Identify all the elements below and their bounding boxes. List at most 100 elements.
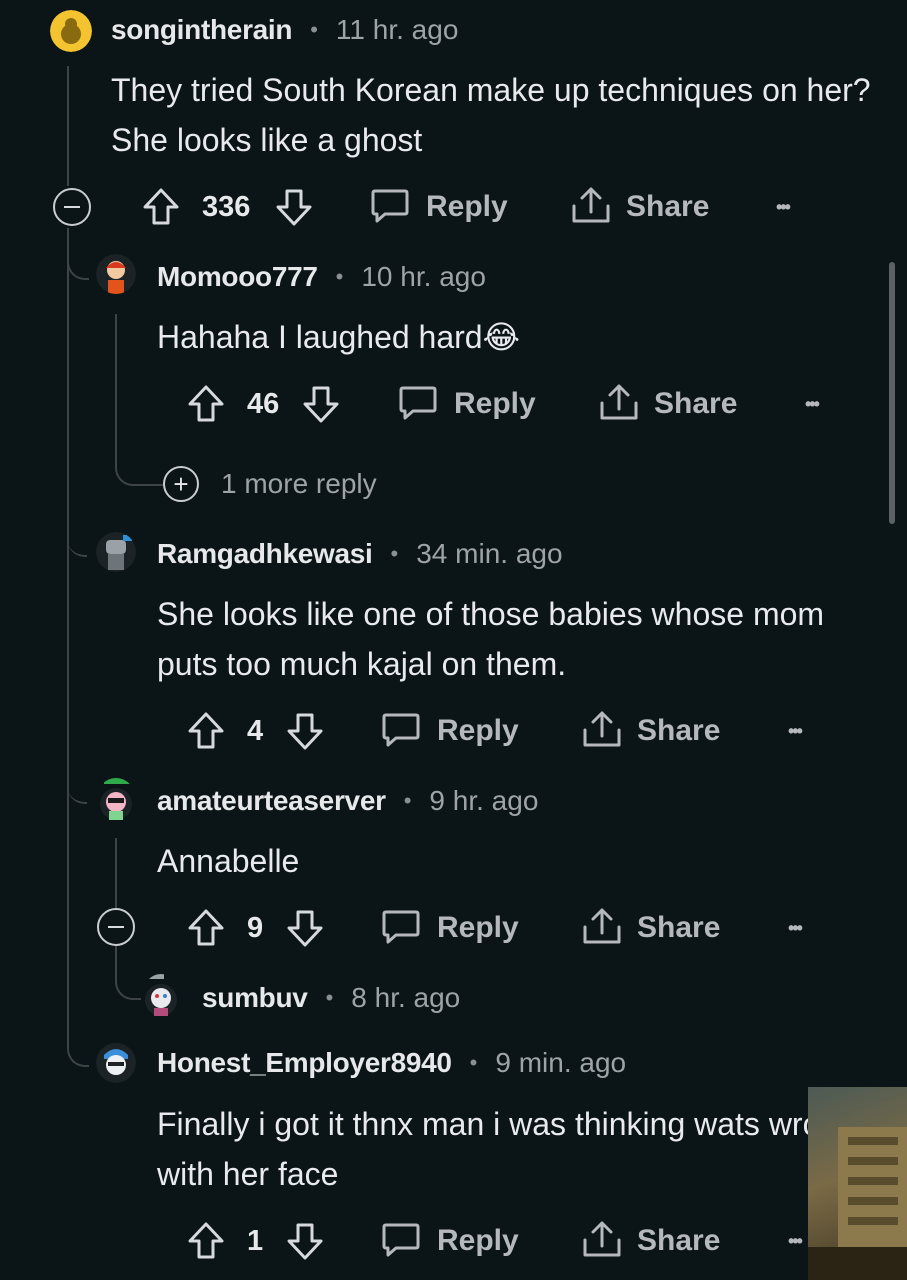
username[interactable]: Honest_Employer8940 <box>157 1047 452 1079</box>
comment-meta: Momooo777 • 10 hr. ago <box>157 257 486 297</box>
vote-count: 46 <box>247 387 280 420</box>
meta-separator: • <box>469 1050 478 1075</box>
reply-button[interactable]: Reply <box>398 381 536 427</box>
more-options-icon[interactable]: ••• <box>788 708 803 754</box>
reply-button[interactable]: Reply <box>370 184 508 230</box>
comment-meta: sumbuv • 8 hr. ago <box>202 978 460 1018</box>
timestamp: 10 hr. ago <box>361 261 486 292</box>
reply-label: Reply <box>437 714 519 747</box>
thread-line-amateur <box>115 838 117 908</box>
upvote-icon[interactable] <box>187 905 225 951</box>
reply-label: Reply <box>426 190 508 223</box>
comment-meta: songintherain • 11 hr. ago <box>111 10 458 50</box>
upvote-icon[interactable] <box>187 708 225 754</box>
more-replies-button[interactable]: + 1 more reply <box>163 464 377 504</box>
comment-body: She looks like one of those babies whose… <box>157 596 825 682</box>
comment-body: Hahaha I laughed hard😂 <box>157 319 520 355</box>
thread-curve-sumbuv <box>115 946 141 1000</box>
comment-body: Annabelle <box>157 843 300 879</box>
vote-count: 9 <box>247 911 264 944</box>
reply-icon <box>381 1219 421 1264</box>
avatar-ramgadhkewasi[interactable] <box>96 532 136 572</box>
plus-icon: + <box>163 466 199 502</box>
share-label: Share <box>637 1224 721 1257</box>
more-options-icon[interactable]: ••• <box>788 905 803 951</box>
share-icon <box>598 381 640 428</box>
downvote-icon[interactable] <box>286 708 324 754</box>
reply-icon <box>398 382 438 427</box>
comment-body: They tried South Korean make up techniqu… <box>111 72 871 158</box>
timestamp: 9 min. ago <box>495 1047 627 1078</box>
comment-meta: amateurteaserver • 9 hr. ago <box>157 781 538 821</box>
reply-icon <box>370 185 410 230</box>
share-label: Share <box>626 190 710 223</box>
reply-button[interactable]: Reply <box>381 1218 519 1264</box>
thread-curve-honest <box>67 1015 89 1067</box>
upvote-icon[interactable] <box>142 184 180 230</box>
username[interactable]: Ramgadhkewasi <box>157 538 373 570</box>
avatar-momooo777[interactable] <box>96 254 136 294</box>
reply-label: Reply <box>437 911 519 944</box>
downvote-icon[interactable] <box>286 1218 324 1264</box>
share-label: Share <box>637 911 721 944</box>
share-icon <box>570 184 612 231</box>
meta-separator: • <box>335 264 344 289</box>
downvote-icon[interactable] <box>275 184 313 230</box>
share-button[interactable]: Share <box>570 184 709 230</box>
reply-icon <box>381 709 421 754</box>
timestamp: 8 hr. ago <box>351 982 461 1013</box>
more-replies-label: 1 more reply <box>221 468 377 499</box>
comment-actions: 46 Reply Share ••• <box>0 381 907 427</box>
vote-count: 4 <box>247 714 264 747</box>
comment-meta: Ramgadhkewasi • 34 min. ago <box>157 534 563 574</box>
share-icon <box>581 1218 623 1265</box>
comment-actions: 4 Reply Share ••• <box>0 708 907 754</box>
timestamp: 11 hr. ago <box>335 14 459 45</box>
username[interactable]: amateurteaserver <box>157 785 386 817</box>
downvote-icon[interactable] <box>286 905 324 951</box>
scrollbar[interactable] <box>889 262 895 524</box>
vote-count: 1 <box>247 1224 264 1257</box>
meta-separator: • <box>390 541 399 566</box>
comment-actions: 9 Reply Share ••• <box>0 905 907 951</box>
upvote-icon[interactable] <box>187 381 225 427</box>
reply-icon <box>381 906 421 951</box>
share-label: Share <box>637 714 721 747</box>
username[interactable]: songintherain <box>111 14 293 46</box>
thread-curve-amateur <box>67 752 87 804</box>
thread-curve-ramgadh <box>67 505 87 557</box>
thread-curve-momooo <box>67 228 89 280</box>
more-options-icon[interactable]: ••• <box>788 1218 803 1264</box>
comment-body: Finally i got it thnx man i was thinking… <box>157 1106 856 1192</box>
upvote-icon[interactable] <box>187 1218 225 1264</box>
avatar-honest-employer8940[interactable] <box>96 1041 136 1083</box>
reply-label: Reply <box>437 1224 519 1257</box>
reply-button[interactable]: Reply <box>381 708 519 754</box>
share-button[interactable]: Share <box>581 708 720 754</box>
meta-separator: • <box>325 985 334 1010</box>
vote-count: 336 <box>202 190 251 223</box>
more-options-icon[interactable]: ••• <box>805 381 820 427</box>
share-button[interactable]: Share <box>598 381 737 427</box>
share-button[interactable]: Share <box>581 905 720 951</box>
timestamp: 34 min. ago <box>416 538 563 569</box>
thread-line-root <box>67 66 69 186</box>
thread-curve-more-reply <box>115 440 163 486</box>
avatar-amateurteaserver[interactable] <box>96 778 136 822</box>
comment-actions: 1 Reply Share ••• <box>0 1218 907 1264</box>
share-button[interactable]: Share <box>581 1218 720 1264</box>
share-label: Share <box>654 387 738 420</box>
comment-actions: 336 Reply Share ••• <box>0 184 907 230</box>
timestamp: 9 hr. ago <box>429 785 539 816</box>
share-icon <box>581 708 623 755</box>
username[interactable]: sumbuv <box>202 982 308 1014</box>
reply-label: Reply <box>454 387 536 420</box>
meta-separator: • <box>310 17 318 42</box>
downvote-icon[interactable] <box>302 381 340 427</box>
avatar-songintherain[interactable] <box>50 10 92 52</box>
more-options-icon[interactable]: ••• <box>776 184 791 230</box>
avatar-sumbuv[interactable] <box>142 974 180 1018</box>
share-icon <box>581 905 623 952</box>
reply-button[interactable]: Reply <box>381 905 519 951</box>
username[interactable]: Momooo777 <box>157 261 318 293</box>
